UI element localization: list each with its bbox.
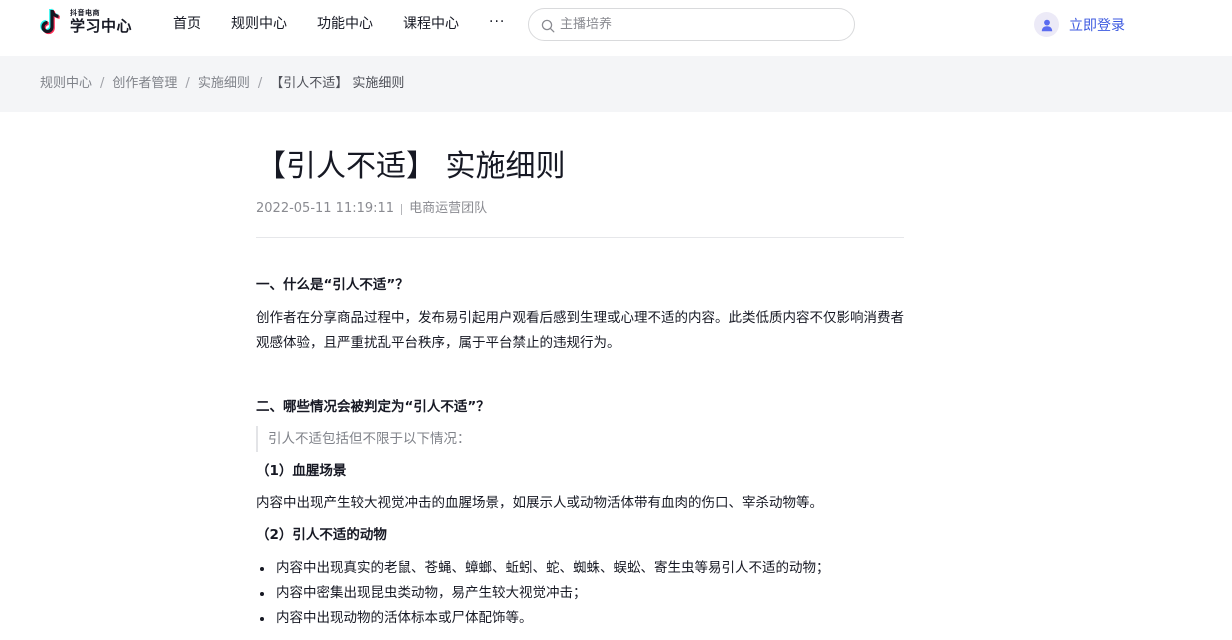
nav-item-home[interactable]: 首页 (173, 14, 201, 34)
logo-title: 学习中心 (70, 17, 133, 35)
section-2-heading: 二、哪些情况会被判定为“引人不适”？ (256, 399, 490, 415)
subsection-1-heading: （1）血腥场景 (256, 463, 347, 479)
section-1-heading: 一、什么是“引人不适”？ (256, 277, 409, 293)
breadcrumb-current: 【引人不适】 实施细则 (270, 76, 405, 91)
subsection-1-body: 内容中出现产生较大视觉冲击的血腥场景，如展示人或动物活体带有血肉的伤口、宰杀动物… (256, 495, 823, 511)
list-item: 内容中出现真实的老鼠、苍蝇、蟑螂、蚯蚓、蛇、蜘蛛、蜈蚣、寄生虫等易引人不适的动物… (256, 556, 830, 581)
main-nav: 首页 规则中心 功能中心 课程中心 ··· (173, 14, 505, 34)
breadcrumb-separator: / (100, 76, 105, 91)
breadcrumb: 规则中心 / 创作者管理 / 实施细则 / 【引人不适】 实施细则 (40, 75, 404, 93)
nav-more-button[interactable]: ··· (489, 14, 505, 34)
search-box[interactable] (528, 8, 855, 41)
list-item: 内容中出现动物的活体标本或尸体配饰等。 (256, 606, 830, 631)
login-button[interactable]: 立即登录 (1034, 12, 1125, 37)
logo[interactable]: 抖音电商 学习中心 (40, 6, 132, 38)
nav-item-features[interactable]: 功能中心 (317, 14, 373, 34)
subsection-2-list: 内容中出现真实的老鼠、苍蝇、蟑螂、蚯蚓、蛇、蜘蛛、蜈蚣、寄生虫等易引人不适的动物… (256, 556, 830, 631)
author: 电商运营团队 (409, 201, 488, 216)
logo-text: 抖音电商 学习中心 (70, 10, 132, 34)
breadcrumb-link-creator-management[interactable]: 创作者管理 (112, 75, 177, 93)
breadcrumb-link-implementation-rules[interactable]: 实施细则 (198, 75, 250, 93)
nav-item-courses[interactable]: 课程中心 (403, 14, 459, 34)
section-2-quote: 引人不适包括但不限于以下情况： (256, 426, 471, 452)
breadcrumb-separator: / (185, 76, 190, 91)
search-input[interactable] (560, 17, 840, 32)
breadcrumb-bar: 规则中心 / 创作者管理 / 实施细则 / 【引人不适】 实施细则 (0, 56, 1232, 112)
login-label: 立即登录 (1069, 17, 1125, 34)
search-icon (541, 18, 555, 32)
publish-date: 2022-05-11 11:19:11 (256, 201, 395, 216)
meta-divider (401, 203, 403, 215)
title-divider (256, 237, 904, 238)
breadcrumb-separator: / (257, 76, 263, 91)
logo-subtitle: 抖音电商 (70, 9, 100, 17)
user-avatar-icon (1034, 12, 1059, 37)
subsection-2-heading: （2）引人不适的动物 (256, 527, 387, 543)
article-meta: 2022-05-11 11:19:11 电商运营团队 (256, 200, 487, 218)
section-1-body: 创作者在分享商品过程中，发布易引起用户观看后感到生理或心理不适的内容。此类低质内… (256, 310, 904, 351)
page-title: 【引人不适】 实施细则 (256, 149, 566, 184)
top-header: 抖音电商 学习中心 首页 规则中心 功能中心 课程中心 ··· 立即登录 (0, 0, 1232, 56)
breadcrumb-link-rules-center[interactable]: 规则中心 (40, 75, 92, 93)
list-item: 内容中密集出现昆虫类动物，易产生较大视觉冲击； (256, 581, 830, 606)
nav-item-rules[interactable]: 规则中心 (231, 14, 287, 34)
douyin-logo-icon (40, 8, 62, 36)
